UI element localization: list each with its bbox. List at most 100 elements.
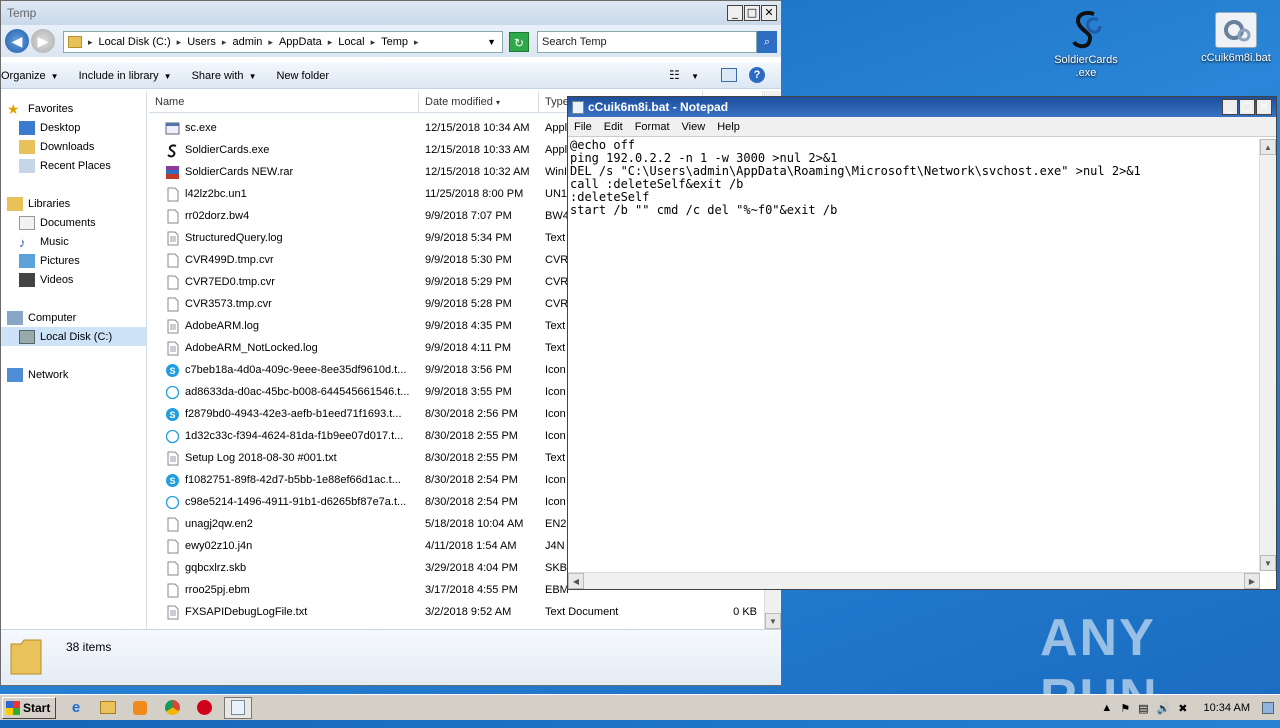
file-date: 9/9/2018 3:55 PM bbox=[425, 386, 512, 398]
close-button[interactable]: ✕ bbox=[761, 5, 777, 21]
file-size: 0 KB bbox=[733, 606, 757, 618]
nav-local-disk[interactable]: Local Disk (C:) bbox=[1, 327, 146, 346]
column-name[interactable]: Name bbox=[149, 91, 419, 113]
file-name: sc.exe bbox=[185, 122, 217, 134]
back-button[interactable]: ◀ bbox=[5, 29, 29, 53]
nav-desktop[interactable]: Desktop bbox=[1, 118, 146, 137]
svg-text:S: S bbox=[169, 476, 175, 486]
file-name: SoldierCards NEW.rar bbox=[185, 166, 294, 178]
scroll-down-arrow[interactable]: ▼ bbox=[1260, 555, 1276, 571]
menu-edit[interactable]: Edit bbox=[604, 121, 623, 133]
breadcrumb-item[interactable]: Temp bbox=[381, 36, 408, 48]
nav-pictures[interactable]: Pictures bbox=[1, 251, 146, 270]
menu-file[interactable]: File bbox=[574, 121, 592, 133]
breadcrumb-item[interactable]: Local Disk (C:) bbox=[99, 36, 171, 48]
breadcrumb-item[interactable]: Local bbox=[338, 36, 364, 48]
show-desktop-icon[interactable] bbox=[1262, 702, 1274, 714]
nav-downloads[interactable]: Downloads bbox=[1, 137, 146, 156]
breadcrumb-item[interactable]: Users bbox=[187, 36, 216, 48]
menu-help[interactable]: Help bbox=[717, 121, 740, 133]
close-button[interactable]: ✕ bbox=[1256, 99, 1272, 115]
taskbar-chrome-icon[interactable] bbox=[160, 697, 184, 719]
scroll-left-arrow[interactable]: ◀ bbox=[568, 573, 584, 589]
search-icon[interactable]: ⌕ bbox=[757, 31, 777, 53]
system-tray: ▲ ⚑ ▤ 🔊 ✖ 10:34 AM bbox=[1093, 695, 1280, 721]
scroll-right-arrow[interactable]: ▶ bbox=[1244, 573, 1260, 589]
scroll-up-arrow[interactable]: ▲ bbox=[1260, 139, 1276, 155]
taskbar-explorer-icon[interactable] bbox=[96, 697, 120, 719]
nav-documents[interactable]: Documents bbox=[1, 213, 146, 232]
minimize-button[interactable]: _ bbox=[1222, 99, 1238, 115]
search-input[interactable]: Search Temp bbox=[537, 31, 757, 53]
windows-logo-icon bbox=[6, 700, 20, 715]
address-box[interactable]: ▸ Local Disk (C:) ▸ Users ▸ admin ▸ AppD… bbox=[63, 31, 503, 53]
tray-volume-icon[interactable]: 🔊 bbox=[1157, 702, 1171, 715]
organize-menu[interactable]: Organize ▼ bbox=[1, 70, 59, 82]
file-name: ewy02z10.j4n bbox=[185, 540, 253, 552]
file-row[interactable]: FXSAPIDebugLogFile.txt 3/2/2018 9:52 AM Te… bbox=[149, 601, 781, 623]
executable-icon bbox=[165, 121, 185, 136]
desktop-icon bbox=[19, 120, 35, 135]
notepad-vscroll[interactable]: ▲ ▼ bbox=[1259, 139, 1276, 571]
desktop-icon-soldiercards[interactable]: SoldierCards .exe bbox=[1046, 6, 1126, 80]
nav-videos[interactable]: Videos bbox=[1, 270, 146, 289]
notepad-titlebar[interactable]: cCuik6m8i.bat - Notepad _ □ ✕ bbox=[568, 97, 1276, 117]
explorer-titlebar[interactable]: Temp _ □ ✕ bbox=[1, 1, 781, 25]
computer-icon bbox=[7, 310, 23, 325]
notepad-hscroll[interactable]: ◀ ▶ bbox=[568, 572, 1260, 589]
svg-text:S: S bbox=[169, 366, 175, 376]
notepad-text-area[interactable]: @echo off ping 192.0.2.2 -n 1 -w 3000 >n… bbox=[570, 139, 1258, 569]
menu-format[interactable]: Format bbox=[635, 121, 670, 133]
tray-flag-icon[interactable]: ⚑ bbox=[1120, 702, 1130, 715]
start-button[interactable]: Start bbox=[2, 696, 56, 719]
file-type: Text Document bbox=[545, 606, 619, 618]
nav-recent-places[interactable]: Recent Places bbox=[1, 156, 146, 175]
desktop-icon-bat[interactable]: cCuik6m8i.bat bbox=[1196, 12, 1276, 65]
nav-music[interactable]: ♪ Music bbox=[1, 232, 146, 251]
maximize-button[interactable]: □ bbox=[744, 5, 760, 21]
tray-expand-icon[interactable]: ▲ bbox=[1101, 702, 1112, 714]
file-date: 8/30/2018 2:55 PM bbox=[425, 452, 518, 464]
notepad-menubar: File Edit Format View Help bbox=[568, 117, 1276, 137]
breadcrumb-item[interactable]: AppData bbox=[279, 36, 322, 48]
file-name: unagj2qw.en2 bbox=[185, 518, 253, 530]
nav-libraries[interactable]: Libraries bbox=[1, 194, 146, 213]
taskbar-opera-icon[interactable] bbox=[192, 697, 216, 719]
new-folder-button[interactable]: New folder bbox=[276, 70, 329, 82]
help-icon[interactable]: ? bbox=[749, 67, 765, 83]
skype-icon: S bbox=[165, 407, 185, 422]
maximize-button[interactable]: □ bbox=[1239, 99, 1255, 115]
view-options-icon[interactable]: ☷ ▼ bbox=[669, 68, 699, 82]
desktop-icon-label: SoldierCards .exe bbox=[1054, 54, 1118, 79]
scroll-down-arrow[interactable]: ▼ bbox=[765, 613, 781, 629]
menu-view[interactable]: View bbox=[682, 121, 706, 133]
file-date: 9/9/2018 5:30 PM bbox=[425, 254, 512, 266]
skype-icon: S bbox=[165, 473, 185, 488]
refresh-button[interactable]: ↻ bbox=[509, 32, 529, 52]
column-date-modified[interactable]: Date modified ▾ bbox=[419, 91, 539, 113]
address-dropdown-icon[interactable]: ▼ bbox=[487, 37, 496, 47]
file-date: 12/15/2018 10:32 AM bbox=[425, 166, 530, 178]
nav-computer[interactable]: Computer bbox=[1, 308, 146, 327]
text-file-icon bbox=[165, 319, 185, 334]
file-name: rroo25pj.ebm bbox=[185, 584, 250, 596]
notepad-window[interactable]: cCuik6m8i.bat - Notepad _ □ ✕ File Edit … bbox=[567, 96, 1277, 590]
taskbar-notepad-icon[interactable] bbox=[224, 696, 252, 719]
notepad-icon bbox=[572, 100, 584, 114]
minimize-button[interactable]: _ bbox=[727, 5, 743, 21]
include-in-library-menu[interactable]: Include in library ▼ bbox=[79, 70, 172, 82]
clock[interactable]: 10:34 AM bbox=[1204, 702, 1250, 714]
taskbar-ie-icon[interactable]: e bbox=[64, 697, 88, 719]
preview-pane-icon[interactable] bbox=[721, 68, 737, 82]
tray-network-icon[interactable]: ▤ bbox=[1138, 702, 1148, 715]
nav-favorites[interactable]: ★ Favorites bbox=[1, 99, 146, 118]
share-with-menu[interactable]: Share with ▼ bbox=[192, 70, 257, 82]
breadcrumb-item[interactable]: admin bbox=[232, 36, 262, 48]
file-name: c7beb18a-4d0a-409c-9eee-8ee35df9610d.t..… bbox=[185, 364, 407, 376]
forward-button[interactable]: ▶ bbox=[31, 29, 55, 53]
file-name: ad8633da-d0ac-45bc-b008-644545661546.t..… bbox=[185, 386, 410, 398]
file-name: CVR3573.tmp.cvr bbox=[185, 298, 272, 310]
tray-security-icon[interactable]: ✖ bbox=[1178, 702, 1187, 715]
nav-network[interactable]: Network bbox=[1, 365, 146, 384]
taskbar-media-player-icon[interactable] bbox=[128, 697, 152, 719]
